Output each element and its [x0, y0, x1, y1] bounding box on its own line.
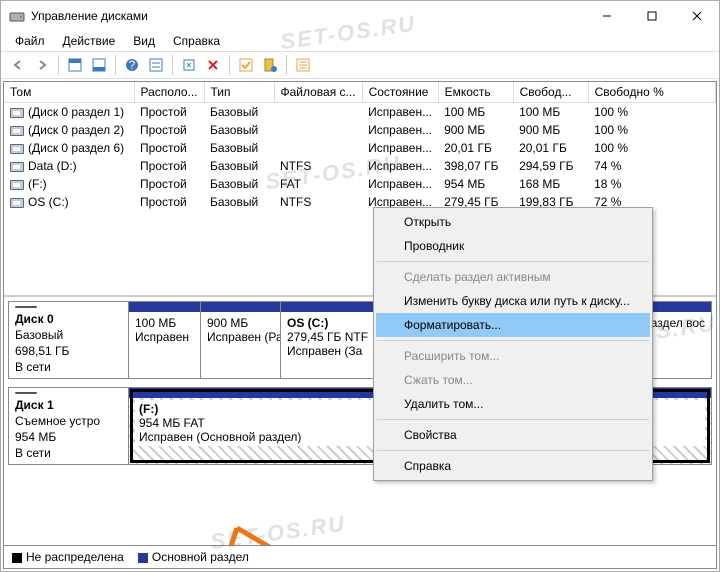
col-freepct[interactable]: Свободно % [588, 82, 715, 103]
refresh-icon[interactable] [178, 54, 200, 76]
menu-help[interactable]: Справка [165, 32, 228, 50]
minimize-button[interactable] [584, 1, 629, 31]
ctx-shrink: Сжать том... [376, 368, 650, 392]
menu-action[interactable]: Действие [55, 32, 124, 50]
legend-unallocated: Не распределена [12, 550, 124, 564]
removable-disk-icon [15, 392, 37, 394]
back-icon[interactable] [7, 54, 29, 76]
ctx-explorer[interactable]: Проводник [376, 234, 650, 258]
svg-text:?: ? [129, 58, 136, 72]
disk0-size: 698,51 ГБ [15, 344, 122, 358]
col-type[interactable]: Тип [204, 82, 274, 103]
annotation-arrow [122, 523, 387, 545]
maximize-button[interactable] [629, 1, 674, 31]
disk0-part1[interactable]: 100 МБ Исправен [129, 302, 201, 378]
table-row[interactable]: (F:)ПростойБазовыйFATИсправен...954 МБ16… [4, 175, 716, 193]
disk1-status: В сети [15, 446, 122, 460]
ctx-properties[interactable]: Свойства [376, 423, 650, 447]
volume-icon [10, 144, 24, 154]
list-icon[interactable] [292, 54, 314, 76]
disk0-header[interactable]: Диск 0 Базовый 698,51 ГБ В сети [9, 302, 129, 378]
disk-icon [15, 306, 37, 308]
forward-icon[interactable] [31, 54, 53, 76]
ctx-format[interactable]: Форматировать... [376, 313, 650, 337]
disk0-part3-os[interactable]: OS (C:) 279,45 ГБ NTF Исправен (За [281, 302, 381, 378]
settings-icon[interactable] [145, 54, 167, 76]
help-icon[interactable]: ? [121, 54, 143, 76]
disk1-type: Съемное устро [15, 414, 122, 428]
disk0-type: Базовый [15, 328, 122, 342]
ctx-extend: Расширить том... [376, 344, 650, 368]
volume-table: Том Располо... Тип Файловая с... Состоян… [4, 82, 716, 211]
disk0-part2[interactable]: 900 МБ Исправен (Ра [201, 302, 281, 378]
view-top-icon[interactable] [64, 54, 86, 76]
table-row[interactable]: (Диск 0 раздел 6)ПростойБазовыйИсправен.… [4, 139, 716, 157]
ctx-open[interactable]: Открыть [376, 210, 650, 234]
disk0-status: В сети [15, 360, 122, 374]
ctx-change-letter[interactable]: Изменить букву диска или путь к диску... [376, 289, 650, 313]
volume-icon [10, 180, 24, 190]
action-icon[interactable] [259, 54, 281, 76]
app-icon [9, 8, 25, 24]
titlebar: Управление дисками [1, 1, 719, 31]
table-row[interactable]: (Диск 0 раздел 1)ПростойБазовыйИсправен.… [4, 103, 716, 122]
volume-icon [10, 162, 24, 172]
ctx-help[interactable]: Справка [376, 454, 650, 478]
delete-icon[interactable] [202, 54, 224, 76]
ctx-delete[interactable]: Удалить том... [376, 392, 650, 416]
col-status[interactable]: Состояние [362, 82, 438, 103]
disk1-name: Диск 1 [15, 398, 122, 412]
volume-icon [10, 108, 24, 118]
col-free[interactable]: Свобод... [513, 82, 588, 103]
ctx-make-active: Сделать раздел активным [376, 265, 650, 289]
volume-icon [10, 126, 24, 136]
disk1-header[interactable]: Диск 1 Съемное устро 954 МБ В сети [9, 388, 129, 464]
toolbar: ? [1, 51, 719, 79]
window-title: Управление дисками [31, 9, 584, 23]
legend: Не распределена Основной раздел [4, 545, 716, 568]
legend-primary: Основной раздел [138, 550, 249, 564]
disk1-size: 954 МБ [15, 430, 122, 444]
table-row[interactable]: Data (D:)ПростойБазовыйNTFSИсправен...39… [4, 157, 716, 175]
table-row[interactable]: (Диск 0 раздел 2)ПростойБазовыйИсправен.… [4, 121, 716, 139]
view-bottom-icon[interactable] [88, 54, 110, 76]
context-menu: Открыть Проводник Сделать раздел активны… [373, 207, 653, 481]
check-icon[interactable] [235, 54, 257, 76]
disk0-name: Диск 0 [15, 312, 122, 326]
col-capacity[interactable]: Емкость [438, 82, 513, 103]
col-volume[interactable]: Том [4, 82, 134, 103]
close-button[interactable] [674, 1, 719, 31]
col-layout[interactable]: Располо... [134, 82, 204, 103]
col-fs[interactable]: Файловая с... [274, 82, 362, 103]
menu-view[interactable]: Вид [125, 32, 163, 50]
menu-file[interactable]: Файл [7, 32, 53, 50]
menubar: Файл Действие Вид Справка [1, 31, 719, 51]
table-header-row: Том Располо... Тип Файловая с... Состоян… [4, 82, 716, 103]
volume-icon [10, 198, 24, 208]
